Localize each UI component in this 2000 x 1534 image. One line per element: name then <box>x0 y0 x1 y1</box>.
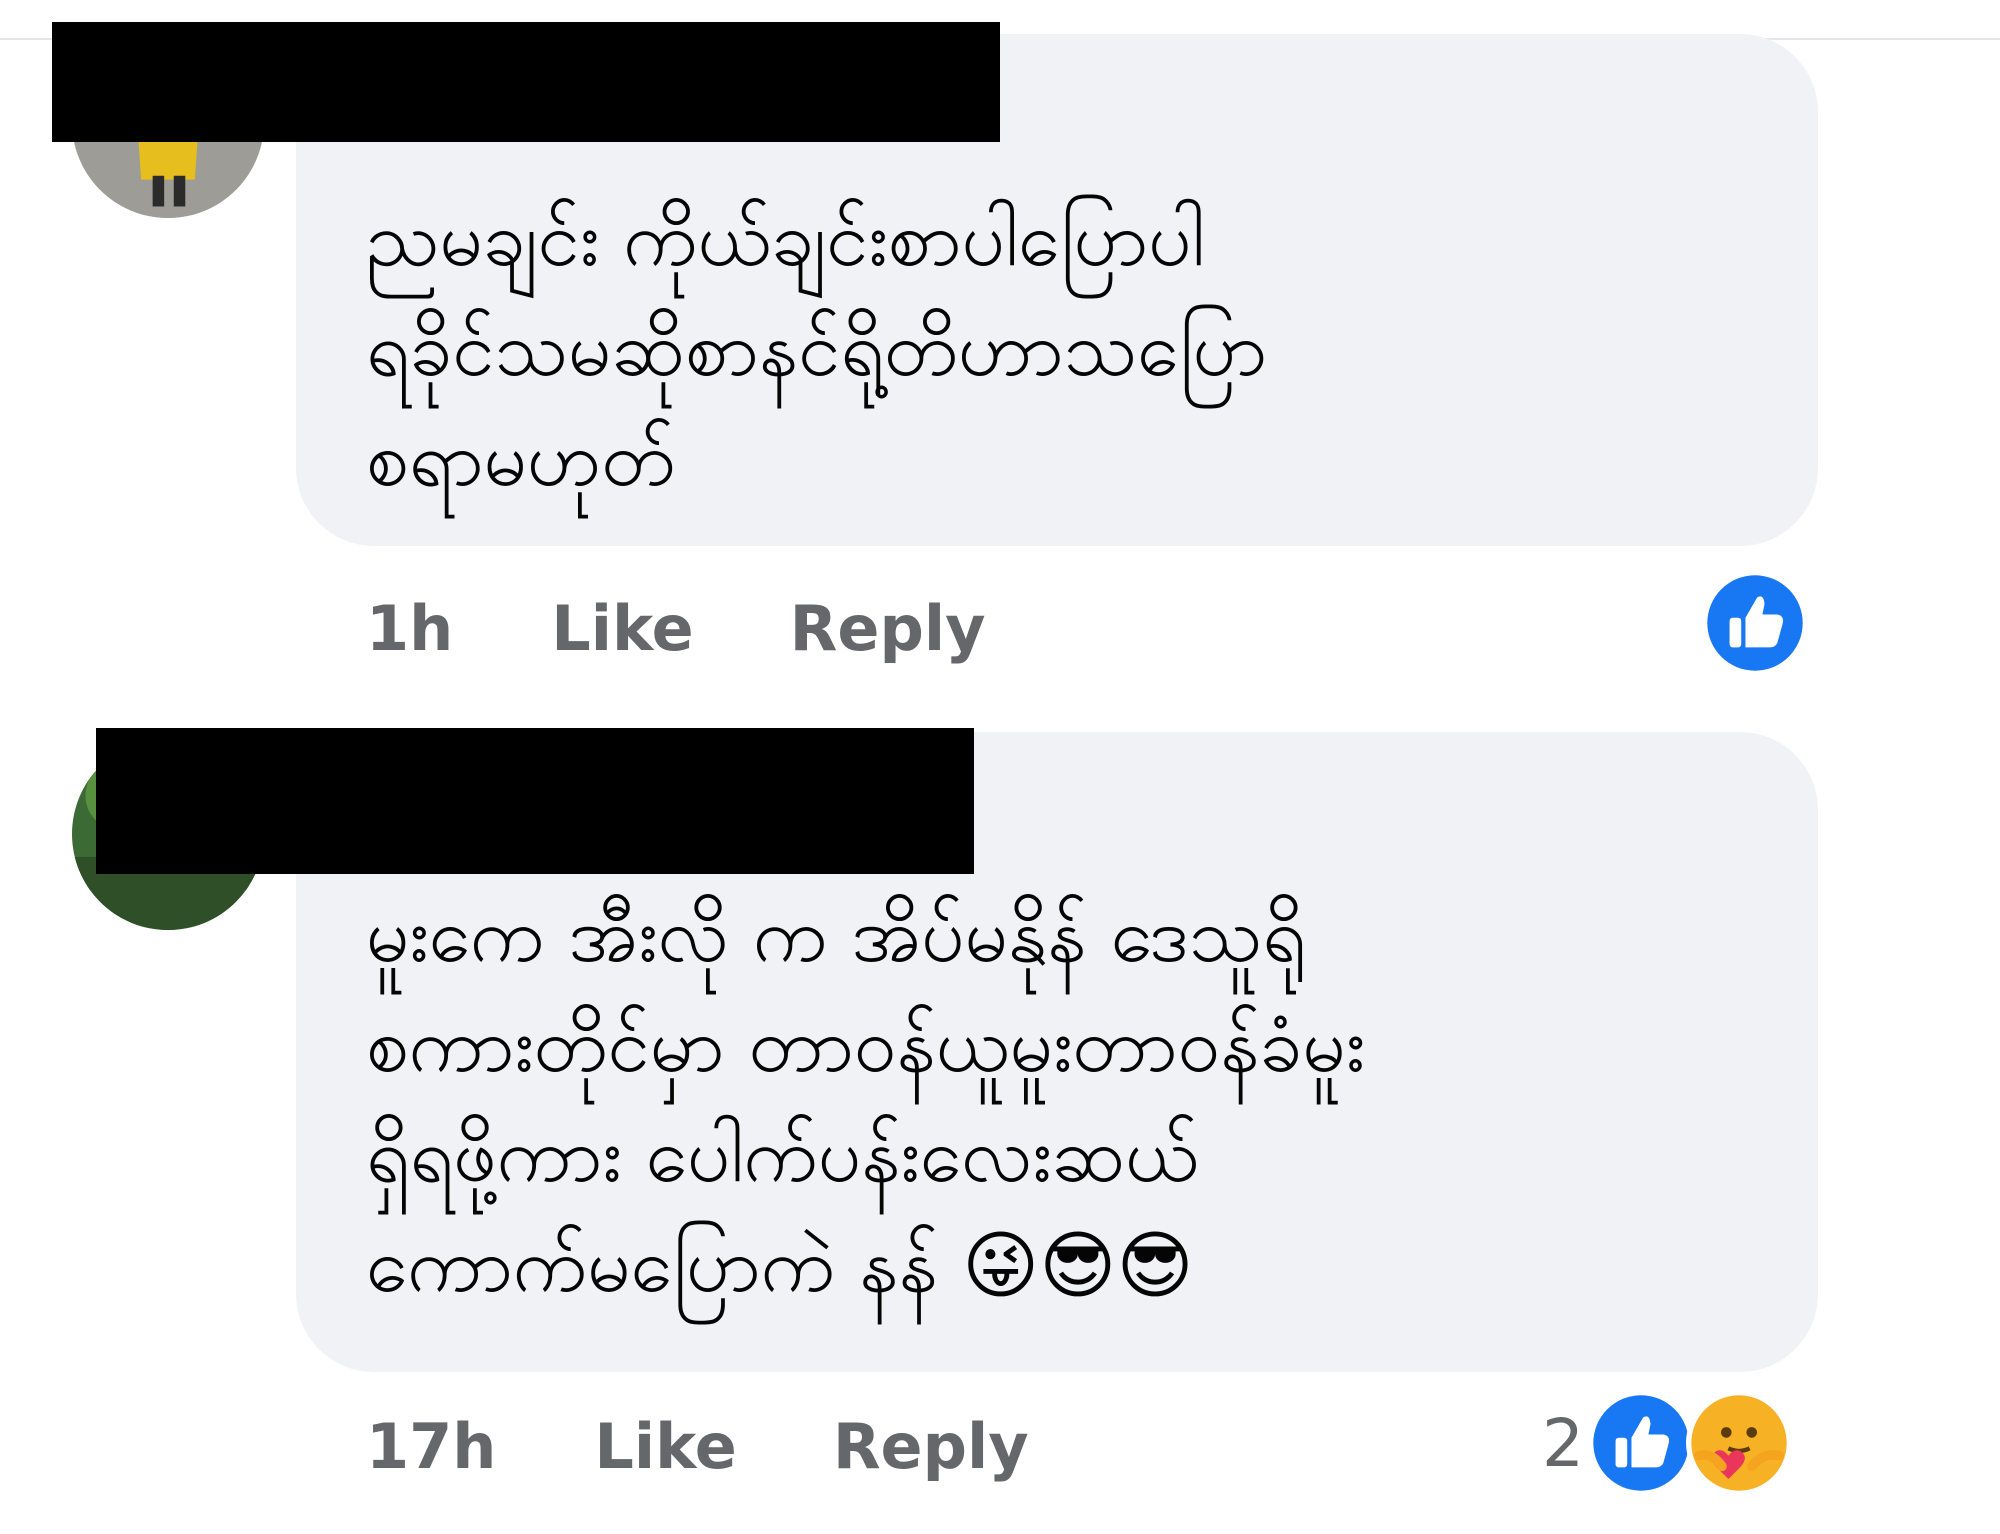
zany-face-emoji: 😜 <box>962 1223 1040 1309</box>
like-icon <box>1702 570 1808 676</box>
reply-button[interactable]: Reply <box>790 592 986 665</box>
comment-time[interactable]: 17h <box>366 1410 496 1483</box>
reaction-summary[interactable]: 2 <box>1542 1390 1792 1496</box>
comment-text: မူးကေ အီးလို က အိပ်မနိုန် ဒေသူရို စကားတိ… <box>366 880 1758 1321</box>
reaction-summary[interactable] <box>1702 570 1808 676</box>
redacted-author-name <box>52 22 1000 142</box>
comment-actions: 17h Like Reply <box>366 1406 1029 1486</box>
sunglasses-face-emoji: 😎 <box>1116 1223 1194 1309</box>
comment-text-body: မူးကေ အီးလို က အိပ်မနိုန် ဒေသူရို စကားတိ… <box>366 890 1366 1309</box>
like-icon <box>1588 1390 1694 1496</box>
comment-text: ညမချင်း ကိုယ်ချင်းစာပါပြောပါ ရခိုင်သမဆို… <box>366 194 1268 503</box>
like-button[interactable]: Like <box>551 592 693 665</box>
comment-actions: 1h Like Reply <box>366 588 986 668</box>
like-button[interactable]: Like <box>594 1410 736 1483</box>
care-icon <box>1686 1390 1792 1496</box>
reply-button[interactable]: Reply <box>833 1410 1029 1483</box>
reaction-count: 2 <box>1542 1404 1584 1482</box>
sunglasses-face-emoji: 😎 <box>1039 1223 1117 1309</box>
comment-time[interactable]: 1h <box>366 592 453 665</box>
redacted-author-name <box>96 728 974 874</box>
